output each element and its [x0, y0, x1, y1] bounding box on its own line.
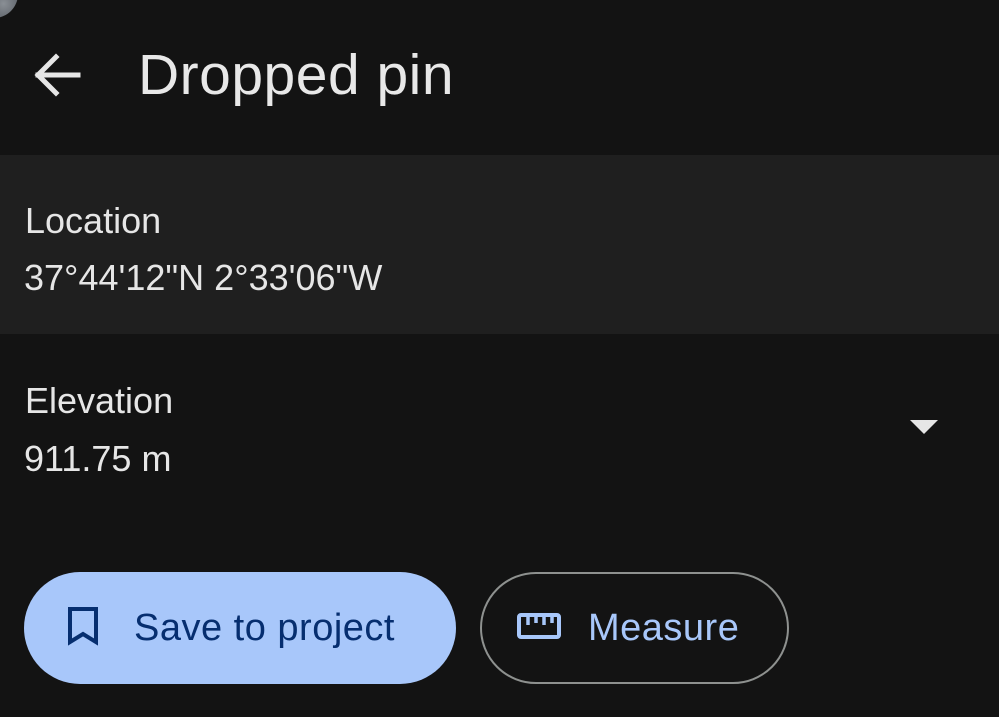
arrow-drop-down-icon[interactable] — [906, 416, 942, 438]
bookmark-icon — [66, 606, 100, 651]
ruler-icon — [516, 612, 562, 645]
page-title: Dropped pin — [138, 43, 455, 107]
elevation-section[interactable]: Elevation 911.75 m — [0, 334, 999, 524]
panel-header: Dropped pin — [0, 0, 999, 155]
elevation-label: Elevation — [25, 380, 174, 421]
arrow-back-icon — [32, 52, 82, 103]
back-button[interactable] — [26, 46, 88, 108]
measure-label: Measure — [588, 606, 740, 649]
save-to-project-label: Save to project — [134, 606, 395, 649]
dropped-pin-panel: Dropped pin Location 37°44'12"N 2°33'06"… — [0, 0, 999, 717]
location-label: Location — [25, 200, 162, 241]
location-coordinates[interactable]: 37°44'12"N 2°33'06"W — [24, 256, 382, 300]
measure-button[interactable]: Measure — [480, 572, 789, 684]
save-to-project-button[interactable]: Save to project — [24, 572, 456, 684]
elevation-value: 911.75 m — [24, 438, 172, 479]
location-section: Location 37°44'12"N 2°33'06"W — [0, 155, 999, 334]
